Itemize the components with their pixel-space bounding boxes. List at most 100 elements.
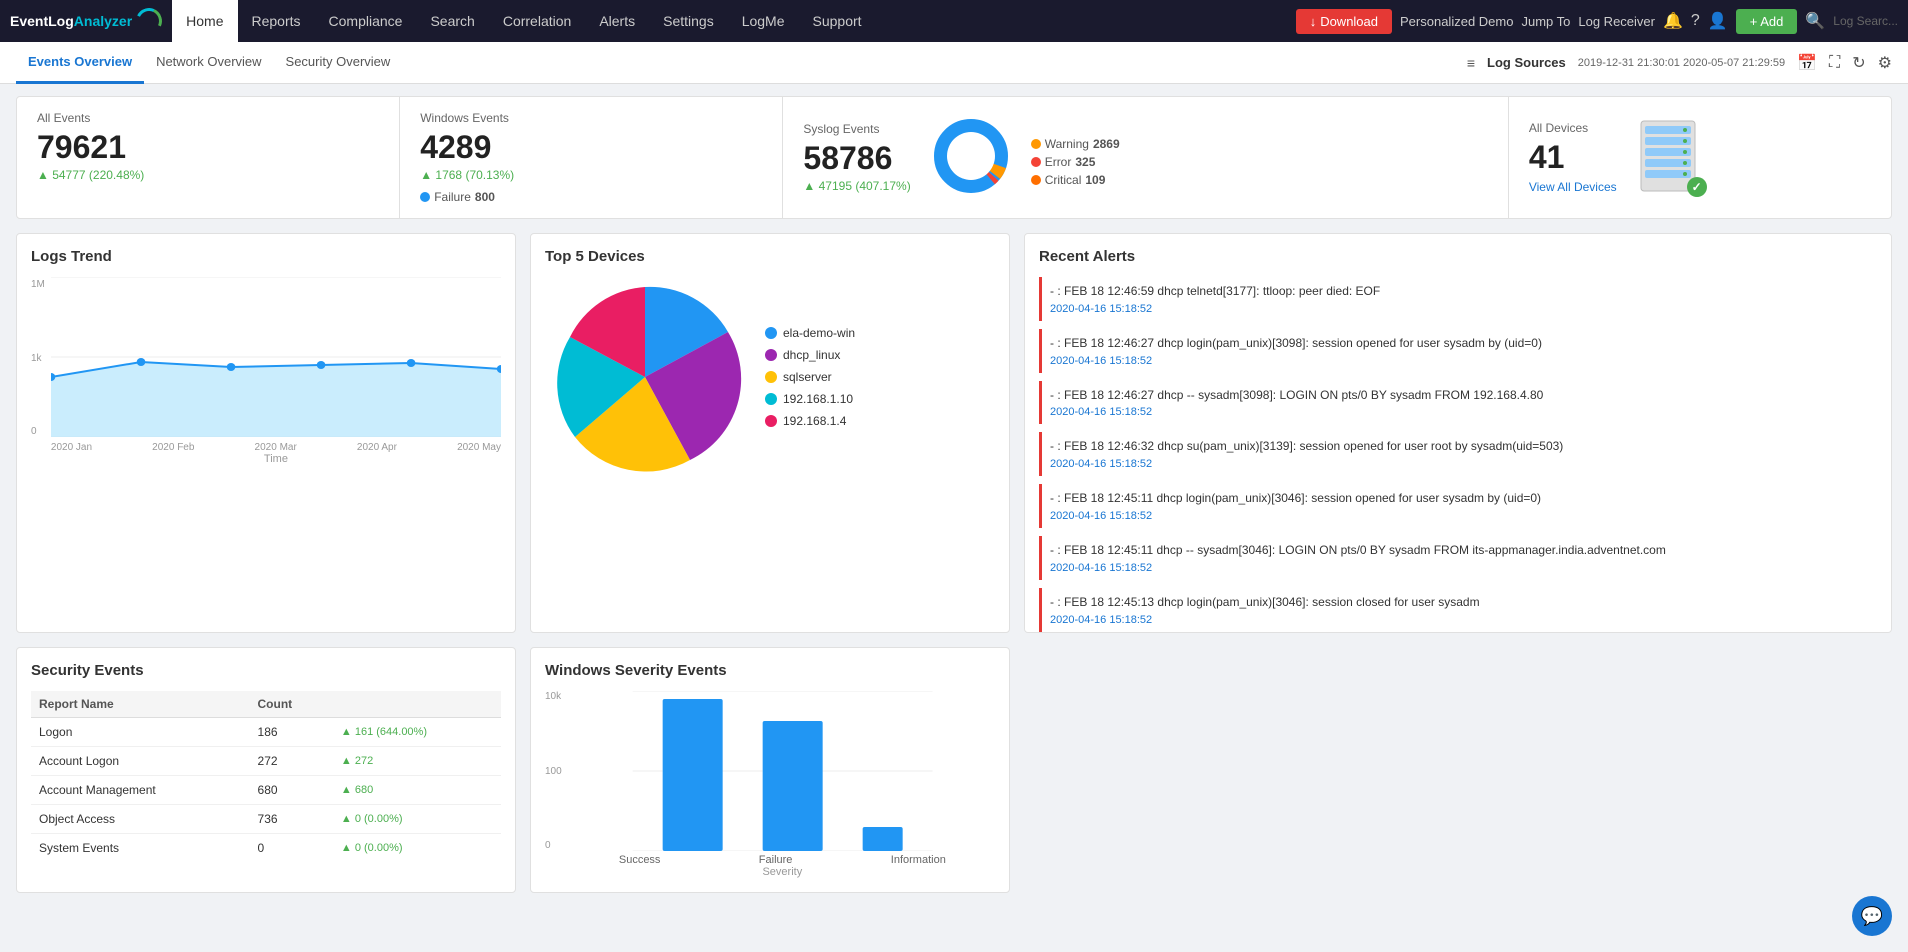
tab-events-overview[interactable]: Events Overview bbox=[16, 42, 144, 84]
recent-alerts-panel: Recent Alerts - : FEB 18 12:46:59 dhcp t… bbox=[1024, 233, 1892, 633]
tab-security-overview[interactable]: Security Overview bbox=[274, 42, 403, 84]
pie-chart bbox=[545, 277, 745, 477]
security-events-title: Security Events bbox=[31, 662, 501, 679]
warning-badge: Warning 2869 bbox=[1031, 137, 1120, 151]
row-logon-name: Logon bbox=[31, 718, 250, 747]
nav-home[interactable]: Home bbox=[172, 0, 237, 42]
failure-value: 800 bbox=[475, 190, 495, 204]
ela-demo-win-dot bbox=[765, 327, 777, 339]
sqlserver-dot bbox=[765, 371, 777, 383]
bar-label-success: Success bbox=[619, 854, 661, 866]
all-events-label: All Events bbox=[37, 111, 379, 125]
ip1-label: 192.168.1.10 bbox=[783, 392, 853, 406]
nav-correlation[interactable]: Correlation bbox=[489, 0, 585, 42]
x-label-apr: 2020 Apr bbox=[357, 442, 397, 453]
alert-time-2: 2020-04-16 15:18:52 bbox=[1050, 355, 1869, 367]
critical-label: Critical bbox=[1045, 173, 1082, 187]
jump-to-link[interactable]: Jump To bbox=[1521, 14, 1570, 29]
logo-text: EventLog bbox=[10, 13, 74, 29]
table-row: System Events 0 ▲ 0 (0.00%) bbox=[31, 834, 501, 863]
table-row: Logon 186 ▲ 161 (644.00%) bbox=[31, 718, 501, 747]
alert-time-3: 2020-04-16 15:18:52 bbox=[1050, 406, 1869, 418]
syslog-donut bbox=[931, 116, 1011, 199]
nav-settings[interactable]: Settings bbox=[649, 0, 728, 42]
alert-time-5: 2020-04-16 15:18:52 bbox=[1050, 510, 1869, 522]
alert-time-4: 2020-04-16 15:18:52 bbox=[1050, 458, 1869, 470]
gear-icon[interactable]: ⚙ bbox=[1878, 53, 1892, 73]
alert-text-3: - : FEB 18 12:46:27 dhcp -- sysadm[3098]… bbox=[1050, 387, 1869, 404]
legend-192-168-1-4: 192.168.1.4 bbox=[765, 414, 855, 428]
device-icon: ✓ bbox=[1633, 116, 1703, 199]
bell-icon[interactable]: 🔔 bbox=[1663, 11, 1683, 31]
severity-x-axis-label: Severity bbox=[570, 866, 995, 878]
nav-alerts[interactable]: Alerts bbox=[585, 0, 649, 42]
alert-item-5: - : FEB 18 12:45:11 dhcp login(pam_unix)… bbox=[1039, 484, 1877, 528]
search-icon[interactable]: 🔍 bbox=[1805, 11, 1825, 31]
top-navbar: EventLog Analyzer Home Reports Complianc… bbox=[0, 0, 1908, 42]
help-icon[interactable]: ? bbox=[1691, 12, 1700, 30]
table-row: Object Access 736 ▲ 0 (0.00%) bbox=[31, 805, 501, 834]
personalized-demo-link[interactable]: Personalized Demo bbox=[1400, 14, 1513, 29]
dhcp-linux-dot bbox=[765, 349, 777, 361]
log-sources-icon: ≡ bbox=[1467, 55, 1475, 71]
y-label-10k: 10k bbox=[545, 691, 562, 702]
row-object-access-trend: ▲ 0 (0.00%) bbox=[333, 805, 501, 834]
all-events-value: 79621 bbox=[37, 129, 379, 166]
alert-item-6: - : FEB 18 12:45:11 dhcp -- sysadm[3046]… bbox=[1039, 536, 1877, 580]
sqlserver-label: sqlserver bbox=[783, 370, 832, 384]
log-receiver-link[interactable]: Log Receiver bbox=[1578, 14, 1655, 29]
syslog-value: 58786 bbox=[803, 140, 910, 177]
nav-support[interactable]: Support bbox=[799, 0, 876, 42]
nav-reports[interactable]: Reports bbox=[238, 0, 315, 42]
x-label-feb: 2020 Feb bbox=[152, 442, 194, 453]
row-system-events-count: 0 bbox=[250, 834, 333, 863]
warning-dot bbox=[1031, 139, 1041, 149]
x-axis: 2020 Jan 2020 Feb 2020 Mar 2020 Apr 2020… bbox=[51, 440, 501, 453]
log-sources-label[interactable]: Log Sources bbox=[1487, 55, 1566, 70]
nav-logme[interactable]: LogMe bbox=[728, 0, 799, 42]
nav-search[interactable]: Search bbox=[416, 0, 488, 42]
calendar-icon[interactable]: 📅 bbox=[1797, 53, 1817, 73]
windows-events-sub: Failure 800 bbox=[420, 190, 762, 204]
pie-container: ela-demo-win dhcp_linux sqlserver 192.16… bbox=[545, 277, 995, 477]
logo-arc-icon bbox=[132, 4, 165, 37]
warning-value: 2869 bbox=[1093, 137, 1120, 151]
tab-network-overview[interactable]: Network Overview bbox=[144, 42, 273, 84]
x-label-jan: 2020 Jan bbox=[51, 442, 92, 453]
windows-events-label: Windows Events bbox=[420, 111, 762, 125]
failure-label: Failure bbox=[434, 190, 471, 204]
col-trend bbox=[333, 691, 501, 718]
y-label-1k: 1k bbox=[31, 353, 45, 364]
row-account-mgmt-count: 680 bbox=[250, 776, 333, 805]
y-label-1m: 1M bbox=[31, 279, 45, 290]
error-label: Error bbox=[1045, 155, 1072, 169]
refresh-icon[interactable]: ↻ bbox=[1852, 53, 1865, 73]
ip2-dot bbox=[765, 415, 777, 427]
syslog-change: ▲ 47195 (407.17%) bbox=[803, 179, 910, 193]
logs-trend-panel: Logs Trend 1M 1k 0 bbox=[16, 233, 516, 633]
alert-text-1: - : FEB 18 12:46:59 dhcp telnetd[3177]: … bbox=[1050, 283, 1869, 300]
row-account-logon-trend: ▲ 272 bbox=[333, 747, 501, 776]
top5-devices-title: Top 5 Devices bbox=[545, 248, 995, 265]
add-button[interactable]: + Add bbox=[1736, 9, 1798, 34]
download-button[interactable]: ↓ Download bbox=[1296, 9, 1392, 34]
error-value: 325 bbox=[1075, 155, 1095, 169]
view-all-devices-link[interactable]: View All Devices bbox=[1529, 180, 1617, 194]
windows-severity-panel: Windows Severity Events 10k 100 0 bbox=[530, 647, 1010, 893]
x-label-may: 2020 May bbox=[457, 442, 501, 453]
table-row: Account Logon 272 ▲ 272 bbox=[31, 747, 501, 776]
legend-192-168-1-10: 192.168.1.10 bbox=[765, 392, 855, 406]
log-search-input[interactable]: Log Searc... bbox=[1833, 14, 1898, 28]
security-events-table: Report Name Count Logon 186 ▲ 161 (644.0… bbox=[31, 691, 501, 862]
syslog-events-block: Syslog Events 58786 ▲ 47195 (407.17%) Wa… bbox=[783, 97, 1508, 218]
nav-compliance[interactable]: Compliance bbox=[315, 0, 417, 42]
ela-demo-win-label: ela-demo-win bbox=[783, 326, 855, 340]
chat-bubble[interactable]: 💬 bbox=[1852, 896, 1892, 936]
user-icon[interactable]: 👤 bbox=[1708, 11, 1728, 31]
y-label-0: 0 bbox=[31, 426, 45, 437]
row-account-mgmt-trend: ▲ 680 bbox=[333, 776, 501, 805]
alert-time-1: 2020-04-16 15:18:52 bbox=[1050, 303, 1869, 315]
row-logon-count: 186 bbox=[250, 718, 333, 747]
expand-icon[interactable]: ⛶ bbox=[1829, 54, 1840, 72]
all-events-change: ▲ 54777 (220.48%) bbox=[37, 168, 379, 182]
